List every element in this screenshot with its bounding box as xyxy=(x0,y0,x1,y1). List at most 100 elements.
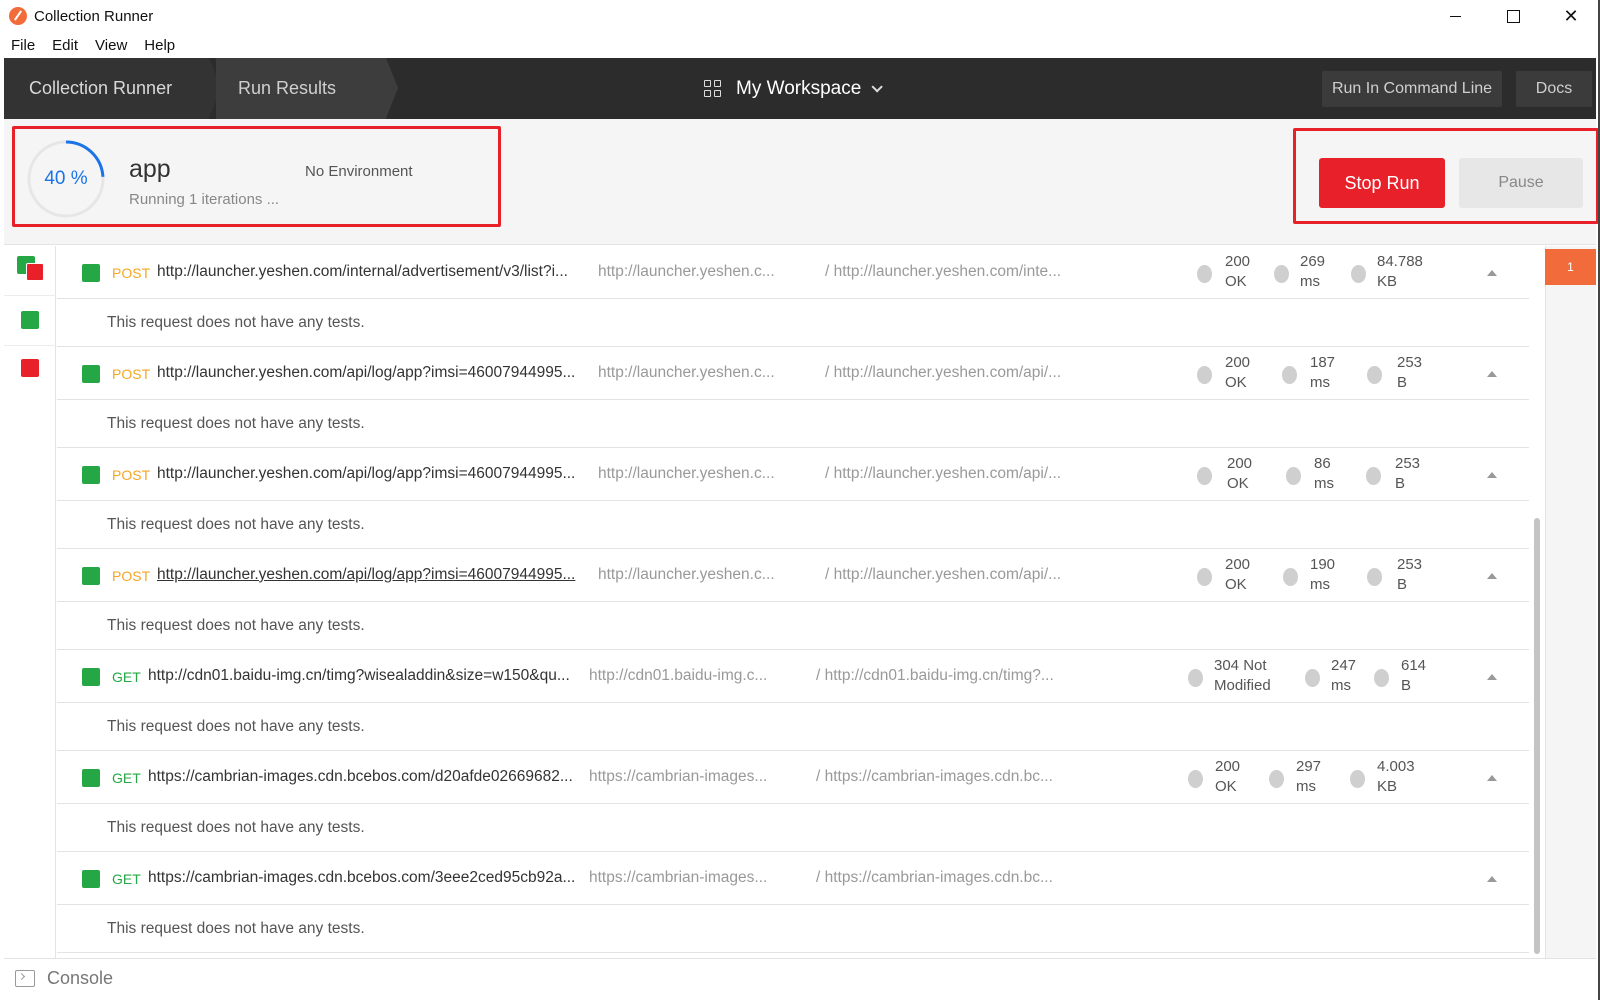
iteration-fail-filter[interactable] xyxy=(4,346,56,396)
console-icon xyxy=(15,970,35,987)
results-scrollbar[interactable] xyxy=(1534,518,1540,954)
request-path: / https://cambrian-images.cdn.bc... xyxy=(816,768,1053,785)
time-dot-icon xyxy=(1286,467,1301,485)
run-in-command-line-button[interactable]: Run In Command Line xyxy=(1322,71,1502,107)
iteration-rail xyxy=(1545,246,1596,958)
request-path: / http://cdn01.baidu-img.cn/timg?... xyxy=(816,667,1054,684)
request-pass-icon xyxy=(82,466,100,484)
request-host: http://launcher.yeshen.c... xyxy=(598,566,775,583)
runner-header: Collection Runner Run Results My Workspa… xyxy=(4,58,1596,119)
size-dot-icon xyxy=(1374,669,1389,687)
request-row[interactable]: GET https://cambrian-images.cdn.bcebos.c… xyxy=(57,751,1529,804)
iteration-status-cell[interactable] xyxy=(4,246,56,296)
maximize-button[interactable] xyxy=(1484,0,1542,32)
workspace-grid-icon xyxy=(704,79,722,98)
response-size: 84.788 KB xyxy=(1377,253,1423,290)
status-dot-icon xyxy=(1197,467,1212,485)
request-url[interactable]: http://cdn01.baidu-img.cn/timg?wisealadd… xyxy=(148,667,570,685)
request-pass-icon xyxy=(82,769,100,787)
status-dot-icon xyxy=(1197,568,1212,586)
request-host: https://cambrian-images... xyxy=(589,768,768,785)
request-row[interactable]: GET https://cambrian-images.cdn.bcebos.c… xyxy=(57,852,1529,905)
postman-logo-icon xyxy=(9,7,27,25)
menu-bar: File Edit View Help xyxy=(0,32,1600,58)
test-result-row: This request does not have any tests. xyxy=(57,804,1529,852)
menu-help[interactable]: Help xyxy=(138,37,181,54)
size-dot-icon xyxy=(1367,568,1382,586)
no-tests-message: This request does not have any tests. xyxy=(107,415,365,432)
response-time: 269 ms xyxy=(1300,253,1326,290)
request-path: / http://launcher.yeshen.com/api/... xyxy=(825,465,1062,482)
request-url[interactable]: https://cambrian-images.cdn.bcebos.com/3… xyxy=(148,869,575,887)
menu-view[interactable]: View xyxy=(89,37,133,54)
test-result-row: This request does not have any tests. xyxy=(57,905,1529,953)
collapse-caret-icon[interactable] xyxy=(1487,270,1497,276)
response-time: 297 ms xyxy=(1296,758,1322,795)
fail-marker xyxy=(26,263,44,281)
request-row[interactable]: POST http://launcher.yeshen.com/api/log/… xyxy=(57,347,1529,400)
status-code: 200 OK xyxy=(1225,556,1251,593)
no-tests-message: This request does not have any tests. xyxy=(107,516,365,533)
iteration-badge[interactable]: 1 xyxy=(1545,249,1596,285)
collapse-caret-icon[interactable] xyxy=(1487,472,1497,478)
response-time: 247 ms xyxy=(1331,657,1357,694)
minimize-button[interactable] xyxy=(1426,0,1484,32)
request-method: GET xyxy=(112,669,141,685)
request-path: / http://launcher.yeshen.com/api/... xyxy=(825,364,1062,381)
status-code: 200 OK xyxy=(1225,354,1251,391)
request-pass-icon xyxy=(82,264,100,282)
test-result-row: This request does not have any tests. xyxy=(57,501,1529,549)
status-code: 304 Not Modified xyxy=(1214,657,1271,694)
iteration-status-column xyxy=(4,246,56,958)
collapse-caret-icon[interactable] xyxy=(1487,775,1497,781)
request-pass-icon xyxy=(82,365,100,383)
iteration-pass-filter[interactable] xyxy=(4,296,56,346)
workspace-switcher[interactable]: My Workspace xyxy=(704,58,884,119)
response-size: 4.003 KB xyxy=(1377,758,1415,795)
response-size: 614 B xyxy=(1401,657,1427,694)
time-dot-icon xyxy=(1305,669,1320,687)
chevron-down-icon xyxy=(871,80,884,93)
request-row[interactable]: GET http://cdn01.baidu-img.cn/timg?wisea… xyxy=(57,650,1529,703)
request-url[interactable]: http://launcher.yeshen.com/internal/adve… xyxy=(157,263,568,281)
status-dot-icon xyxy=(1197,265,1212,283)
request-url[interactable]: http://launcher.yeshen.com/api/log/app?i… xyxy=(157,566,575,584)
request-url[interactable]: https://cambrian-images.cdn.bcebos.com/d… xyxy=(148,768,573,786)
response-size: 253 B xyxy=(1395,455,1421,492)
menu-edit[interactable]: Edit xyxy=(46,37,84,54)
request-pass-icon xyxy=(82,870,100,888)
size-dot-icon xyxy=(1366,467,1381,485)
collapse-caret-icon[interactable] xyxy=(1487,371,1497,377)
breadcrumb-separator xyxy=(386,58,398,118)
close-button[interactable]: ✕ xyxy=(1542,0,1600,32)
test-result-row: This request does not have any tests. xyxy=(57,400,1529,448)
annotation-highlight-summary xyxy=(12,126,501,227)
request-row[interactable]: POST http://launcher.yeshen.com/internal… xyxy=(57,246,1529,299)
response-time: 187 ms xyxy=(1310,354,1336,391)
test-result-row: This request does not have any tests. xyxy=(57,703,1529,751)
console-bar[interactable]: Console xyxy=(4,958,1596,998)
request-path: / https://cambrian-images.cdn.bc... xyxy=(816,869,1053,886)
window-title: Collection Runner xyxy=(34,7,154,25)
annotation-highlight-actions xyxy=(1293,128,1599,224)
collapse-caret-icon[interactable] xyxy=(1487,573,1497,579)
fail-marker xyxy=(21,359,39,377)
collapse-caret-icon[interactable] xyxy=(1487,876,1497,882)
request-host: http://launcher.yeshen.c... xyxy=(598,364,775,381)
request-host: http://launcher.yeshen.c... xyxy=(598,465,775,482)
request-url[interactable]: http://launcher.yeshen.com/api/log/app?i… xyxy=(157,364,575,382)
request-method: GET xyxy=(112,770,141,786)
request-method: GET xyxy=(112,871,141,887)
docs-button[interactable]: Docs xyxy=(1516,71,1592,107)
window-title-bar: Collection Runner ✕ xyxy=(0,0,1600,32)
request-row[interactable]: POST http://launcher.yeshen.com/api/log/… xyxy=(57,549,1529,602)
breadcrumb-collection-runner[interactable]: Collection Runner xyxy=(4,58,209,119)
request-method: POST xyxy=(112,265,151,281)
breadcrumb-run-results[interactable]: Run Results xyxy=(216,58,386,119)
menu-file[interactable]: File xyxy=(5,37,41,54)
request-url[interactable]: http://launcher.yeshen.com/api/log/app?i… xyxy=(157,465,575,483)
request-row[interactable]: POST http://launcher.yeshen.com/api/log/… xyxy=(57,448,1529,501)
request-method: POST xyxy=(112,366,151,382)
collapse-caret-icon[interactable] xyxy=(1487,674,1497,680)
status-code: 200 OK xyxy=(1215,758,1241,795)
